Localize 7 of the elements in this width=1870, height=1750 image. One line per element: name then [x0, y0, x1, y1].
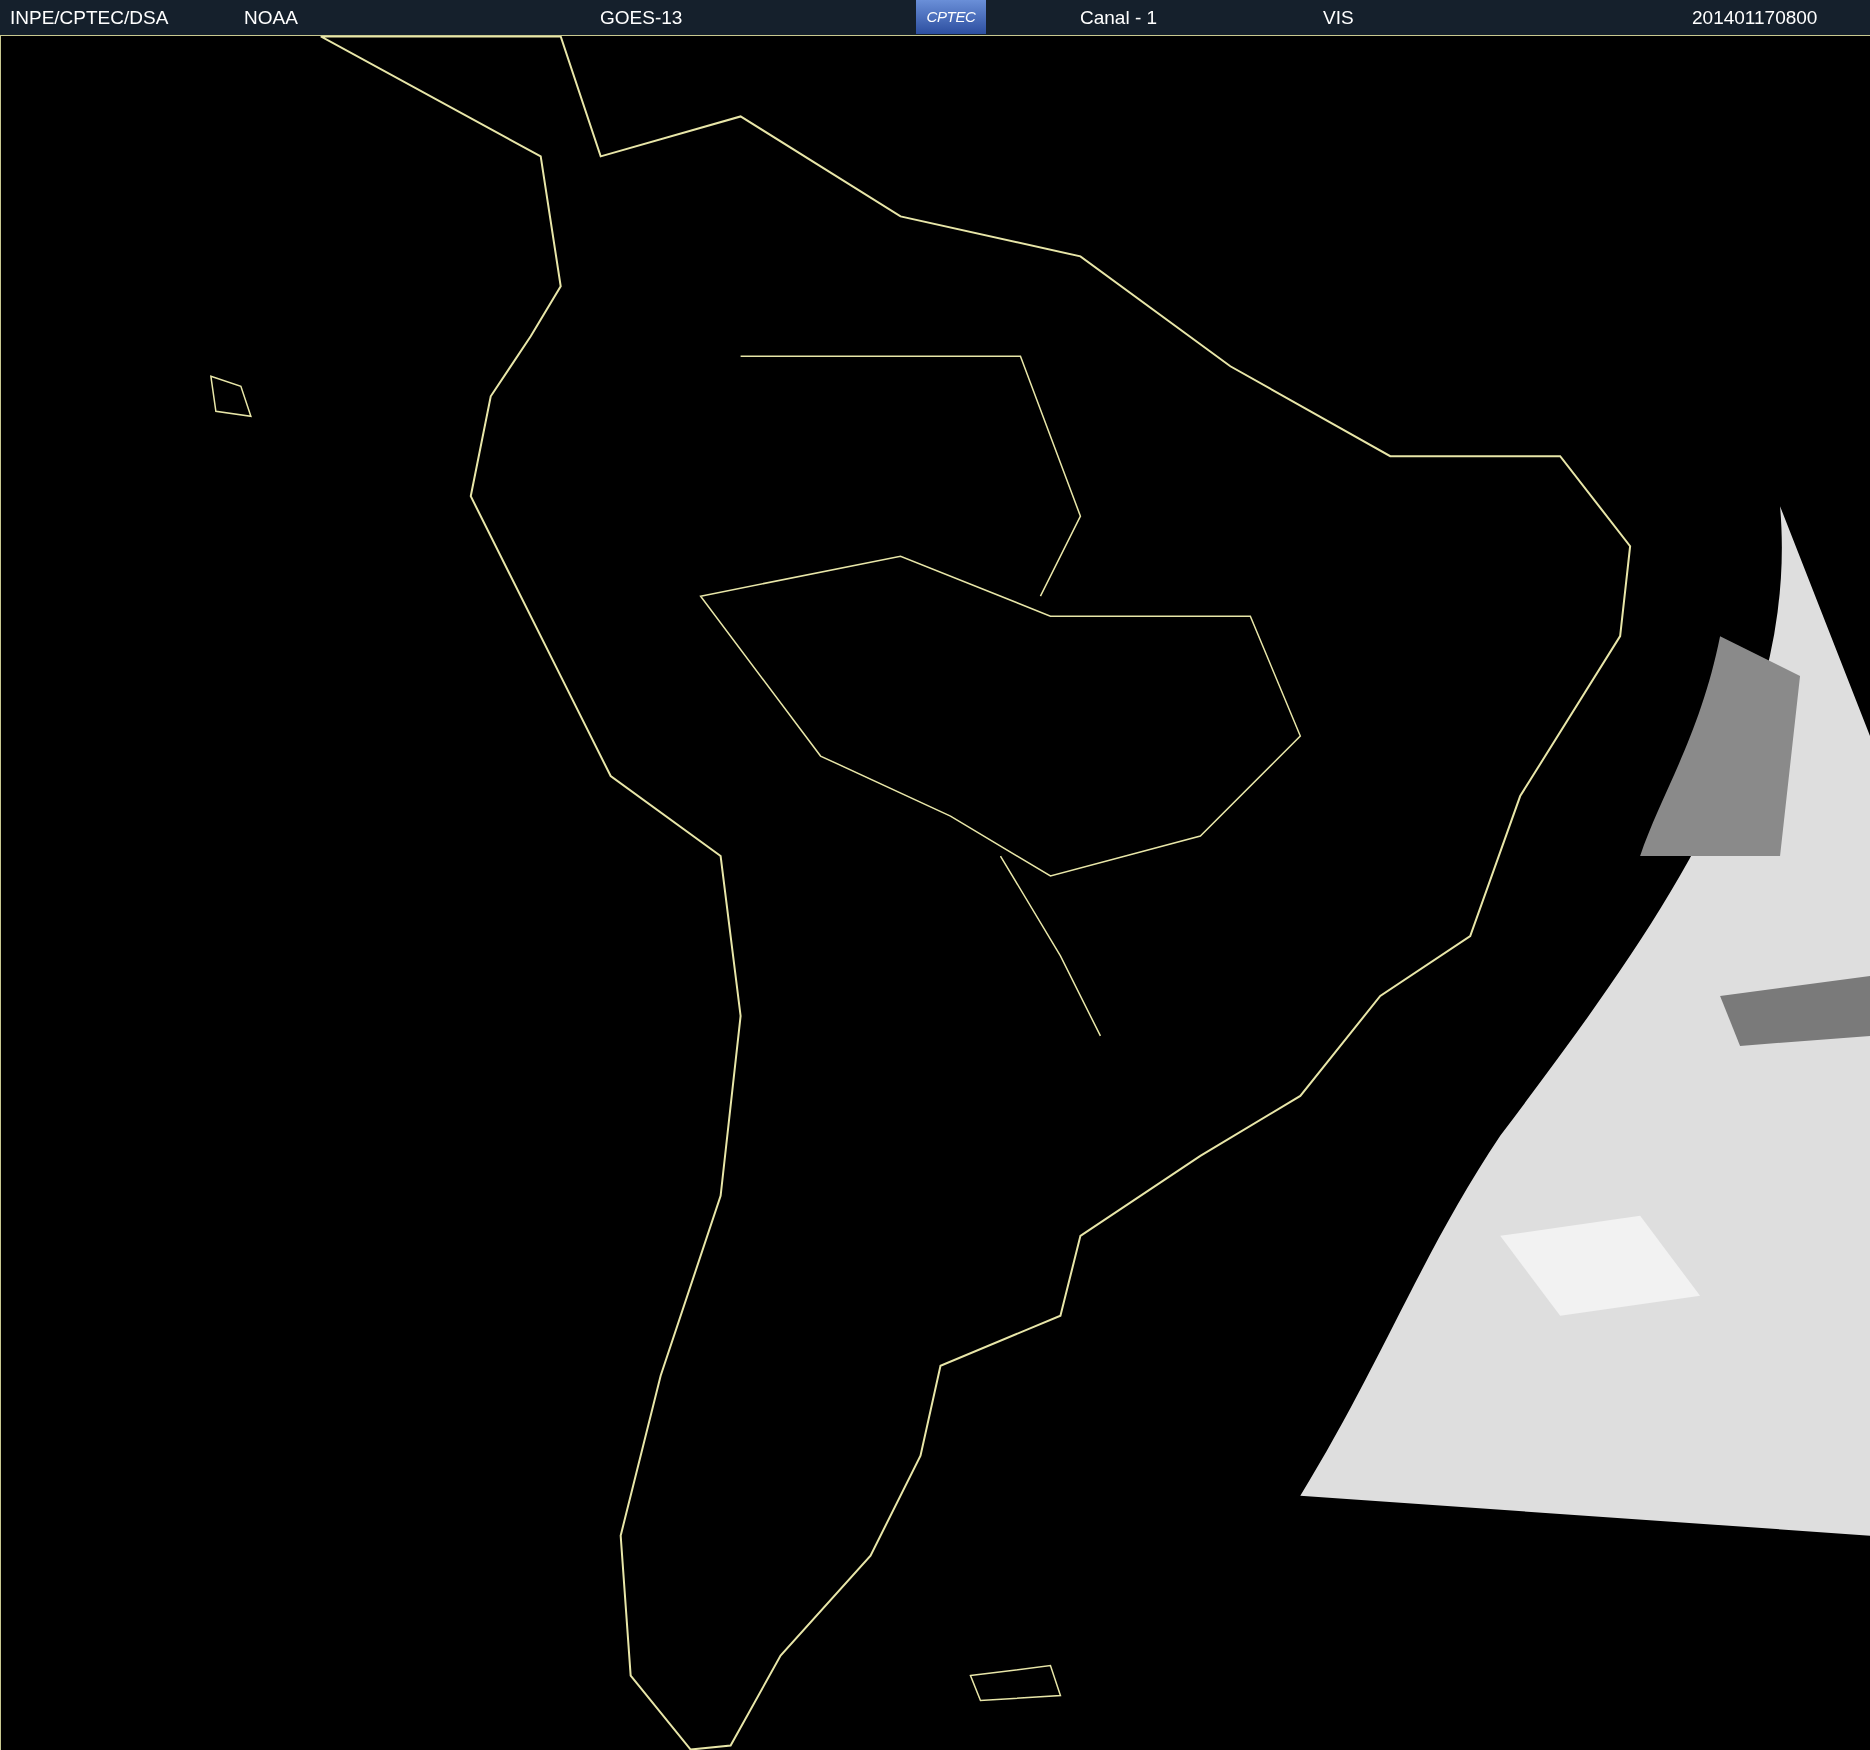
- header-label: INPE/CPTEC/DSA: [10, 6, 169, 30]
- logo: CPTEC: [916, 0, 986, 34]
- header-label: GOES-13: [600, 6, 683, 30]
- header-label: NOAA: [244, 6, 298, 30]
- header-label: 201401170800: [1692, 6, 1818, 30]
- header-label: VIS: [1323, 6, 1354, 30]
- header-label: Canal - 1: [1080, 6, 1158, 30]
